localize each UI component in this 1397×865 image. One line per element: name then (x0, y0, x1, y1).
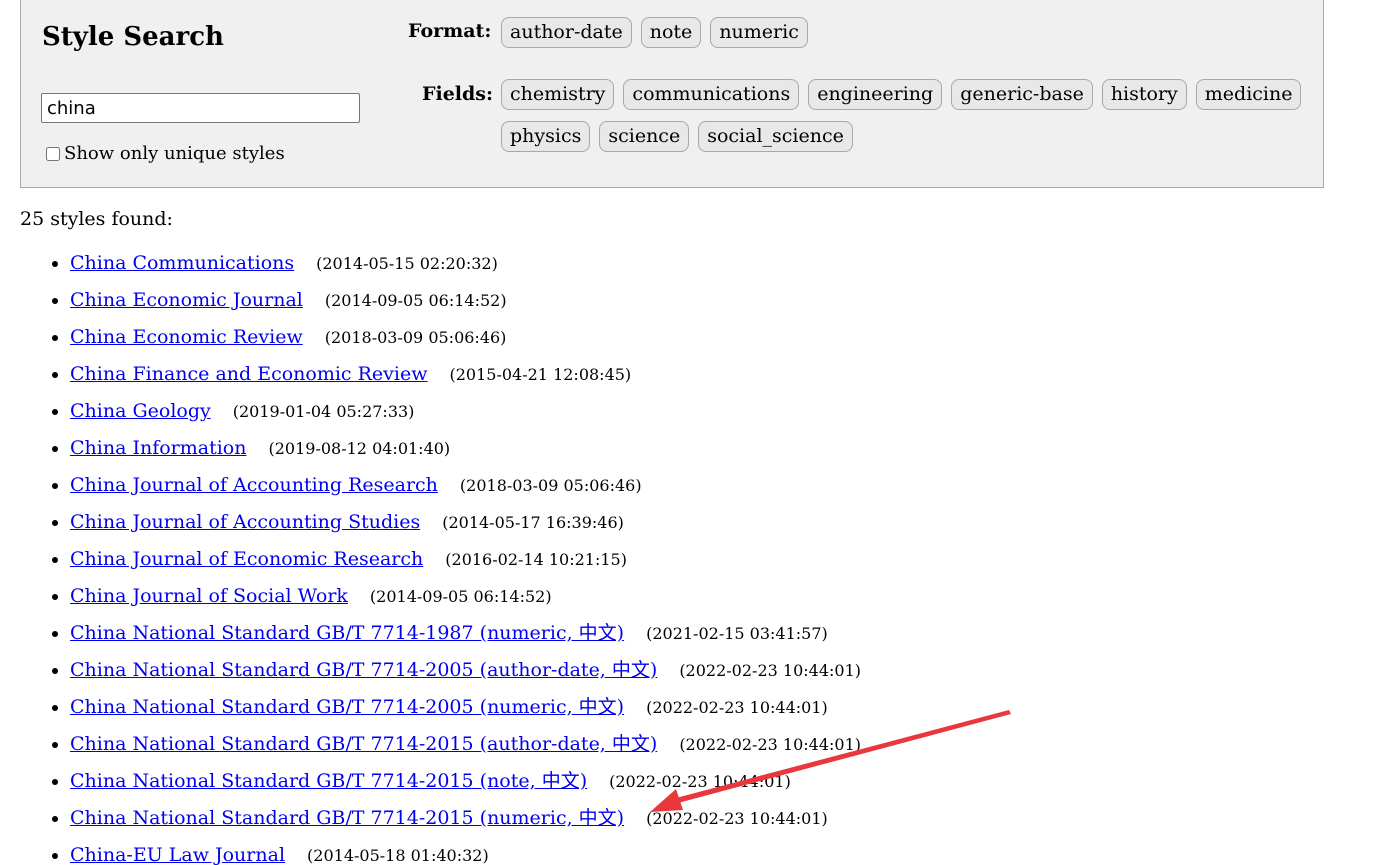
result-timestamp: (2022-02-23 10:44:01) (646, 698, 828, 717)
result-item: China National Standard GB/T 7714-2015 (… (70, 729, 861, 766)
result-timestamp: (2014-05-18 01:40:32) (307, 846, 489, 865)
result-timestamp: (2022-02-23 10:44:01) (679, 661, 861, 680)
result-item: China Communications (2014-05-15 02:20:32… (70, 248, 861, 285)
field-chip-engineering[interactable]: engineering (808, 79, 943, 110)
unique-styles-toggle[interactable]: Show only unique styles (46, 143, 285, 164)
result-item: China National Standard GB/T 7714-2005 (… (70, 692, 861, 729)
result-timestamp: (2014-05-17 16:39:46) (442, 513, 624, 532)
result-link[interactable]: China National Standard GB/T 7714-2005 (… (70, 659, 657, 681)
result-timestamp: (2016-02-14 10:21:15) (445, 550, 627, 569)
format-chip-author-date[interactable]: author-date (501, 17, 632, 48)
result-link[interactable]: China Communications (70, 252, 294, 274)
results-count: 25 styles found: (20, 208, 173, 230)
result-item: China Journal of Economic Research (2016-… (70, 544, 861, 581)
page-title: Style Search (42, 22, 224, 52)
result-link[interactable]: China-EU Law Journal (70, 844, 285, 865)
results-list: China Communications (2014-05-15 02:20:32… (20, 248, 861, 865)
result-link[interactable]: China Finance and Economic Review (70, 363, 427, 385)
result-item: China Economic Review (2018-03-09 05:06:4… (70, 322, 861, 359)
result-link[interactable]: China Journal of Social Work (70, 585, 348, 607)
format-chips: author-date note numeric (501, 17, 808, 48)
result-timestamp: (2018-03-09 05:06:46) (324, 328, 507, 347)
result-item: China National Standard GB/T 7714-2005 (… (70, 655, 861, 692)
format-chip-numeric[interactable]: numeric (710, 17, 808, 48)
result-link[interactable]: China National Standard GB/T 7714-2015 (… (70, 807, 624, 829)
fields-chips-row-1: chemistry communications engineering gen… (501, 79, 1302, 110)
result-item: China Journal of Accounting Research (201… (70, 470, 861, 507)
result-item: China National Standard GB/T 7714-2015 (… (70, 803, 861, 840)
field-chip-physics[interactable]: physics (501, 121, 591, 152)
result-timestamp: (2014-05-15 02:20:32) (316, 254, 498, 273)
field-chip-social-science[interactable]: social_science (698, 121, 853, 152)
result-timestamp: (2019-08-12 04:01:40) (268, 439, 451, 458)
result-timestamp: (2022-02-23 10:44:01) (679, 735, 861, 754)
result-item: China Economic Journal (2014-09-05 06:14:… (70, 285, 861, 322)
result-item: China Information (2019-08-12 04:01:40) (70, 433, 861, 470)
result-link[interactable]: China Information (70, 437, 246, 459)
result-link[interactable]: China Geology (70, 400, 211, 422)
result-timestamp: (2021-02-15 03:41:57) (646, 624, 828, 643)
format-chip-note[interactable]: note (640, 17, 702, 48)
result-link[interactable]: China National Standard GB/T 7714-2015 (… (70, 733, 657, 755)
field-chip-generic-base[interactable]: generic-base (951, 79, 1093, 110)
result-link[interactable]: China Journal of Accounting Studies (70, 511, 420, 533)
format-label: Format: (408, 20, 492, 42)
field-chip-history[interactable]: history (1101, 79, 1187, 110)
search-input[interactable] (41, 93, 360, 123)
fields-chips-row-2: physics science social_science (501, 121, 853, 152)
result-timestamp: (2014-09-05 06:14:52) (369, 587, 552, 606)
result-item: China Geology (2019-01-04 05:27:33) (70, 396, 861, 433)
field-chip-chemistry[interactable]: chemistry (501, 79, 615, 110)
search-panel: Style Search Show only unique styles For… (20, 0, 1324, 188)
unique-styles-checkbox[interactable] (46, 146, 60, 161)
field-chip-science[interactable]: science (599, 121, 690, 152)
result-timestamp: (2022-02-23 10:44:01) (609, 772, 791, 791)
result-item: China Journal of Accounting Studies (2014… (70, 507, 861, 544)
result-item: China National Standard GB/T 7714-2015 (… (70, 766, 861, 803)
result-timestamp: (2019-01-04 05:27:33) (232, 402, 415, 421)
result-item: China-EU Law Journal (2014-05-18 01:40:32… (70, 840, 861, 865)
result-link[interactable]: China National Standard GB/T 7714-2015 (… (70, 770, 587, 792)
result-item: China Finance and Economic Review (2015-0… (70, 359, 861, 396)
result-timestamp: (2018-03-09 05:06:46) (459, 476, 642, 495)
result-link[interactable]: China Journal of Economic Research (70, 548, 423, 570)
result-link[interactable]: China Economic Journal (70, 289, 303, 311)
result-timestamp: (2014-09-05 06:14:52) (324, 291, 507, 310)
field-chip-communications[interactable]: communications (623, 79, 800, 110)
result-item: China Journal of Social Work (2014-09-05 … (70, 581, 861, 618)
result-link[interactable]: China Journal of Accounting Research (70, 474, 438, 496)
result-link[interactable]: China National Standard GB/T 7714-2005 (… (70, 696, 624, 718)
result-link[interactable]: China Economic Review (70, 326, 303, 348)
result-link[interactable]: China National Standard GB/T 7714-1987 (… (70, 622, 624, 644)
field-chip-medicine[interactable]: medicine (1195, 79, 1302, 110)
result-timestamp: (2022-02-23 10:44:01) (646, 809, 828, 828)
unique-styles-label: Show only unique styles (64, 143, 285, 164)
fields-label: Fields: (422, 83, 494, 105)
result-item: China National Standard GB/T 7714-1987 (… (70, 618, 861, 655)
result-timestamp: (2015-04-21 12:08:45) (449, 365, 632, 384)
